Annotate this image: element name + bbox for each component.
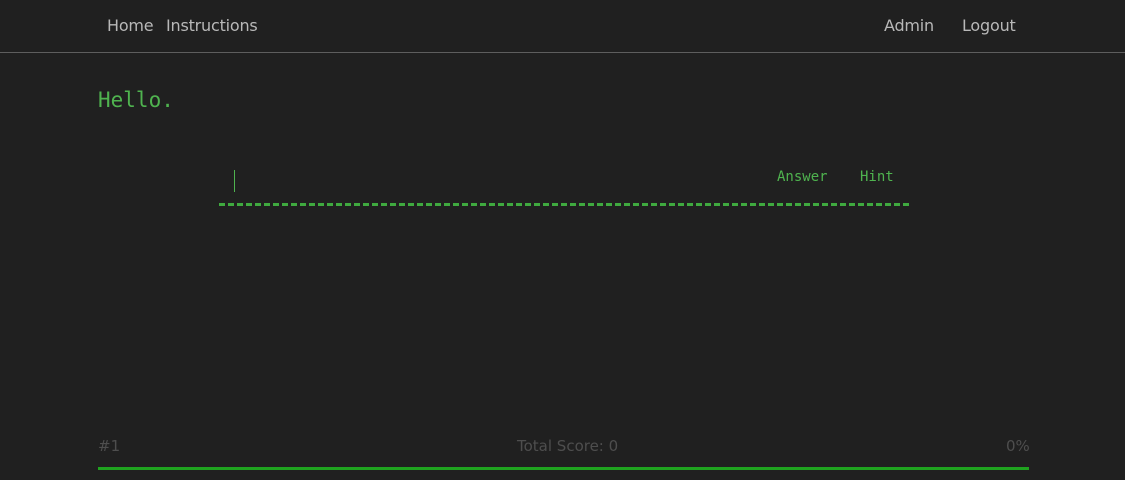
progress-percent: 0%	[1006, 437, 1030, 455]
nav-home-link[interactable]: Home	[107, 16, 154, 35]
top-navbar: Home Instructions Admin Logout	[0, 0, 1125, 53]
answer-row: Answer Hint	[219, 164, 909, 206]
nav-logout-link[interactable]: Logout	[962, 16, 1016, 35]
nav-instructions-link[interactable]: Instructions	[166, 16, 258, 35]
answer-button[interactable]: Answer	[777, 169, 828, 185]
progress-bar-fill	[98, 467, 1029, 470]
hint-button[interactable]: Hint	[860, 169, 894, 185]
level-number: #1	[98, 437, 121, 455]
answer-input[interactable]	[227, 168, 747, 196]
progress-bar	[98, 467, 1029, 470]
greeting-text: Hello.	[98, 88, 174, 112]
nav-admin-link[interactable]: Admin	[884, 16, 934, 35]
total-score: Total Score: 0	[517, 437, 619, 455]
text-caret	[234, 170, 235, 192]
